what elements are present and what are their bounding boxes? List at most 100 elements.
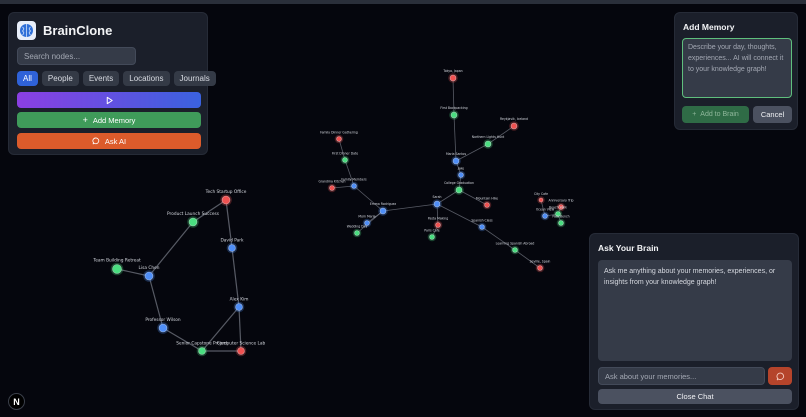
node-dot[interactable] [235, 303, 243, 311]
node-dot[interactable] [429, 234, 435, 240]
node-dot[interactable] [455, 186, 463, 194]
graph-node-tokyo[interactable]: Tokyo, Japan [442, 69, 463, 83]
node-label: Jake [457, 167, 464, 171]
filter-all[interactable]: All [17, 71, 38, 86]
graph-node-sarah[interactable]: Sarah [432, 195, 442, 209]
node-label: First Dinner Date [332, 152, 358, 156]
node-dot[interactable] [537, 265, 543, 271]
node-dot[interactable] [484, 202, 490, 208]
node-label: Computer Science Lab [217, 341, 266, 347]
play-icon [106, 96, 113, 104]
filter-people[interactable]: People [41, 71, 79, 86]
graph-node-spanish-class[interactable]: Spanish Class [471, 219, 493, 232]
node-dot[interactable] [144, 271, 154, 281]
node-dot[interactable] [452, 157, 460, 165]
node-label: Family Dinner Gathering [320, 131, 358, 135]
node-dot[interactable] [558, 220, 564, 226]
node-dot[interactable] [449, 74, 457, 82]
graph-node-jake[interactable]: Jake [456, 167, 466, 180]
node-dot[interactable] [188, 217, 198, 227]
node-label: Seville, Spain [530, 260, 551, 264]
node-dot[interactable] [354, 230, 360, 236]
node-dot[interactable] [479, 224, 485, 230]
node-dot[interactable] [450, 111, 458, 119]
graph-node-park-bench[interactable]: Park Bench [552, 215, 570, 228]
node-dot[interactable] [484, 140, 492, 148]
graph-node-family-dinner[interactable]: Family Dinner Gathering [320, 131, 358, 144]
filter-events[interactable]: Events [82, 71, 120, 86]
node-label: Paris Cafe [424, 229, 439, 233]
graph-node-wedding-day[interactable]: Wedding Day [347, 225, 368, 238]
node-dot[interactable] [221, 195, 231, 205]
node-dot[interactable] [158, 323, 168, 333]
graph-node-city-cafe[interactable]: City Cafe [534, 192, 548, 204]
node-label: Maria Santos [446, 152, 467, 156]
node-dot[interactable] [329, 185, 335, 191]
node-dot[interactable] [112, 264, 122, 274]
control-panel: BrainClone All People Events Locations J… [8, 12, 216, 155]
play-button[interactable] [17, 92, 201, 108]
graph-node-tech-office[interactable]: Tech Startup Office [205, 189, 247, 206]
search-input[interactable] [17, 47, 136, 65]
memory-textarea[interactable] [682, 38, 792, 98]
graph-node-lisa[interactable]: Lisa Chen [139, 265, 160, 282]
node-label: Northern Lights Hunt [472, 135, 505, 139]
node-dot[interactable] [351, 183, 357, 189]
send-button[interactable] [768, 367, 792, 385]
add-memory-button[interactable]: + Add Memory [17, 112, 201, 128]
node-label: Mountain Hike [476, 197, 498, 201]
filter-journals[interactable]: Journals [173, 71, 216, 86]
close-chat-button[interactable]: Close Chat [598, 389, 792, 404]
graph-node-product-launch[interactable]: Product Launch Success [167, 211, 220, 228]
node-dot[interactable] [228, 244, 236, 252]
framework-badge[interactable]: N [8, 393, 25, 410]
graph-node-alex[interactable]: Alex Kim [230, 297, 249, 313]
graph-node-mountain-hike[interactable]: Mountain Hike [476, 197, 498, 210]
node-label: Alex Kim [230, 297, 249, 303]
node-dot[interactable] [510, 122, 518, 130]
node-dot[interactable] [198, 347, 206, 355]
node-label: Pasta Making [428, 217, 449, 221]
graph-node-college-grad[interactable]: College Graduation [444, 181, 474, 195]
add-to-brain-button[interactable]: + Add to Brain [682, 106, 749, 123]
graph-node-seville[interactable]: Seville, Spain [530, 260, 551, 273]
node-label: Professor Wilson [145, 317, 181, 323]
add-memory-panel: Add Memory + Add to Brain Cancel [674, 12, 798, 130]
graph-node-pasta-making[interactable]: Pasta Making [428, 217, 449, 230]
node-label: Learning Spanish Abroad [496, 242, 535, 246]
graph-node-first-date[interactable]: First Dinner Date [332, 152, 358, 165]
node-dot[interactable] [237, 347, 245, 355]
node-label: Ocean View [536, 208, 555, 212]
node-dot[interactable] [538, 197, 544, 203]
graph-node-first-backpacking[interactable]: First Backpacking [440, 106, 468, 120]
graph-node-reykjavik[interactable]: Reykjavik, Iceland [500, 117, 528, 131]
graph-edge [162, 327, 203, 352]
graph-node-paris-cafe[interactable]: Paris Cafe [424, 229, 440, 242]
chat-bubble-icon [776, 372, 784, 380]
graph-node-cs-lab[interactable]: Computer Science Lab [217, 341, 266, 357]
node-dot[interactable] [542, 213, 548, 219]
node-label: Grandma Kitchen [318, 180, 345, 184]
node-dot[interactable] [379, 207, 387, 215]
node-dot[interactable] [458, 172, 464, 178]
graph-edge [481, 226, 516, 251]
graph-edge [192, 199, 227, 223]
node-dot[interactable] [336, 136, 342, 142]
graph-node-prof-wilson[interactable]: Professor Wilson [145, 317, 181, 334]
graph-node-grandma-kitchen[interactable]: Grandma Kitchen [318, 180, 346, 193]
filter-locations[interactable]: Locations [123, 71, 170, 86]
graph-node-learning-spanish[interactable]: Learning Spanish Abroad [496, 242, 535, 255]
ask-ai-button[interactable]: Ask AI [17, 133, 201, 149]
brand: BrainClone [17, 20, 112, 40]
ask-input[interactable] [598, 367, 765, 385]
graph-node-david[interactable]: David Park [220, 238, 244, 254]
graph-node-northern-lights[interactable]: Northern Lights Hunt [472, 135, 505, 149]
brain-logo-icon [17, 20, 36, 40]
cancel-button[interactable]: Cancel [753, 106, 792, 123]
node-dot[interactable] [435, 222, 441, 228]
node-dot[interactable] [342, 157, 348, 163]
node-dot[interactable] [433, 200, 441, 208]
node-dot[interactable] [512, 247, 518, 253]
graph-node-maria[interactable]: Maria Santos [446, 152, 467, 166]
chat-bubble-icon [92, 137, 100, 145]
